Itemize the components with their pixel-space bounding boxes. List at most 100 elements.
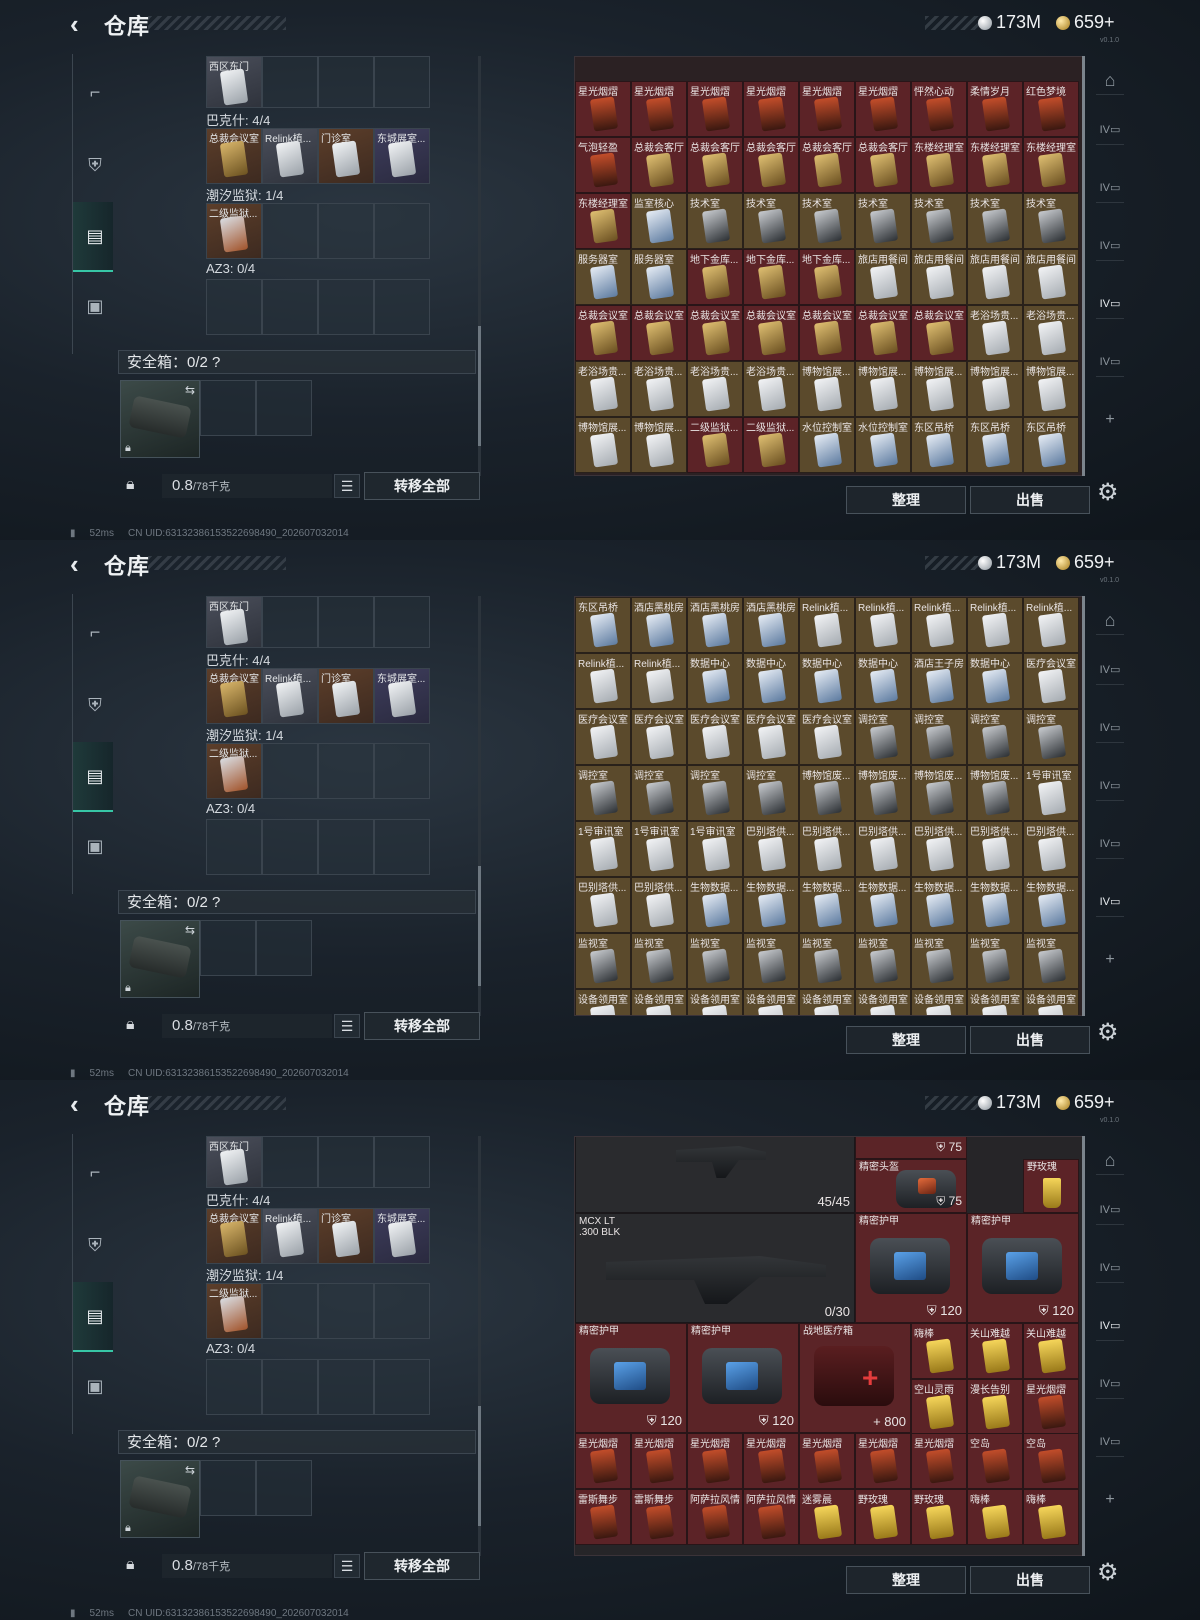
stash-item[interactable]: 老浴场贵...: [631, 361, 687, 417]
key-card-slot[interactable]: 西区东门: [206, 596, 262, 648]
stash-item[interactable]: 总裁会议室: [743, 305, 799, 361]
swap-icon[interactable]: ⇆: [185, 923, 195, 937]
drink-item[interactable]: 星光烟熠: [911, 1433, 967, 1489]
stash-item[interactable]: 设备领用室: [967, 989, 1023, 1015]
helmet-item-partial[interactable]: ⛨ 75: [855, 1137, 967, 1159]
stash-item[interactable]: 医疗会议室: [799, 709, 855, 765]
transfer-all-button[interactable]: 转移全部: [364, 1012, 480, 1040]
empty-slot[interactable]: [318, 1136, 374, 1188]
stash-item[interactable]: 调控室: [687, 765, 743, 821]
plus-icon[interactable]: +: [1096, 1486, 1124, 1514]
drink-item[interactable]: 阿萨拉风情: [743, 1489, 799, 1545]
scroll-thumb[interactable]: [1082, 56, 1085, 476]
stash-item[interactable]: 技术室: [855, 193, 911, 249]
key-card-slot[interactable]: Relink植...: [262, 128, 318, 184]
tab-stash-1[interactable]: IV▭: [1096, 1196, 1124, 1225]
key-card-slot[interactable]: 二级监狱...: [206, 1283, 262, 1339]
empty-slot[interactable]: [318, 279, 374, 335]
stash-item[interactable]: 巴别塔供...: [743, 821, 799, 877]
stash-item[interactable]: 东楼经理室: [1023, 137, 1079, 193]
pistol-icon[interactable]: ⌐: [79, 76, 111, 108]
stash-item[interactable]: 生物数据...: [687, 877, 743, 933]
stash-item[interactable]: 总裁会议室: [799, 305, 855, 361]
drink-item[interactable]: 星光烟熠: [631, 1433, 687, 1489]
stash-item[interactable]: 柔情岁月: [967, 81, 1023, 137]
stash-item[interactable]: 调控室: [911, 709, 967, 765]
stash-item[interactable]: 东楼经理室: [911, 137, 967, 193]
stash-item[interactable]: 巴别塔供...: [799, 821, 855, 877]
empty-slot[interactable]: [200, 920, 256, 976]
back-arrow-icon[interactable]: ‹: [70, 1091, 94, 1117]
sort-button[interactable]: 整理: [846, 1566, 966, 1594]
stash-item[interactable]: Relink植...: [967, 597, 1023, 653]
stash-item[interactable]: 博物馆废...: [911, 765, 967, 821]
key-card-slot[interactable]: 总裁会议室: [206, 668, 262, 724]
plus-icon[interactable]: +: [1096, 406, 1124, 434]
back-arrow-icon[interactable]: ‹: [70, 11, 94, 37]
drink-item[interactable]: 空岛: [1023, 1433, 1079, 1489]
armor-icon[interactable]: ⛨: [79, 149, 111, 181]
stash-item[interactable]: 监视室: [743, 933, 799, 989]
stash-item[interactable]: 设备领用室: [631, 989, 687, 1015]
empty-slot[interactable]: [374, 819, 430, 875]
stash-item[interactable]: 调控室: [1023, 709, 1079, 765]
stash-item[interactable]: 东区吊桥: [1023, 417, 1079, 473]
armor-vest-item[interactable]: 精密护甲 ⛨ 120: [687, 1323, 799, 1433]
sell-button[interactable]: 出售: [970, 486, 1090, 514]
empty-slot[interactable]: [374, 56, 430, 108]
backpack-icon[interactable]: ▤: [79, 1300, 111, 1332]
scroll-thumb[interactable]: [478, 866, 481, 986]
stash-item[interactable]: 巴别塔供...: [1023, 821, 1079, 877]
stash-item[interactable]: 博物馆展...: [855, 361, 911, 417]
stash-item[interactable]: 红色梦境: [1023, 81, 1079, 137]
tab-stash-4[interactable]: IV▭: [1096, 290, 1124, 319]
stash-item[interactable]: 医疗会议室: [575, 709, 631, 765]
empty-slot[interactable]: [262, 596, 318, 648]
sell-button[interactable]: 出售: [970, 1026, 1090, 1054]
armor-vest-item[interactable]: 精密护甲 ⛨ 120: [967, 1213, 1079, 1323]
backpack-icon[interactable]: ▤: [79, 760, 111, 792]
mcx-rifle-item[interactable]: MCX LT .300 BLK 0/30: [575, 1213, 855, 1323]
stash-item[interactable]: 数据中心: [743, 653, 799, 709]
tab-stash-5[interactable]: IV▭: [1096, 1428, 1124, 1457]
drink-item[interactable]: 嗨棒: [1023, 1489, 1079, 1545]
safe-box[interactable]: ⇆ 🔒︎: [120, 380, 200, 458]
stash-item[interactable]: 星光烟熠: [575, 81, 631, 137]
safe-box[interactable]: ⇆ 🔒︎: [120, 1460, 200, 1538]
tab-stash-4[interactable]: IV▭: [1096, 1370, 1124, 1399]
stash-item[interactable]: 总裁会客厅: [743, 137, 799, 193]
stash-item[interactable]: 监视室: [631, 933, 687, 989]
stash-item[interactable]: 监视室: [687, 933, 743, 989]
empty-slot[interactable]: [318, 1283, 374, 1339]
stash-item[interactable]: 巴别塔供...: [575, 877, 631, 933]
right-scrollbar[interactable]: [1082, 596, 1085, 1016]
tab-stash-2[interactable]: IV▭: [1096, 714, 1124, 743]
stash-item[interactable]: 老浴场贵...: [687, 361, 743, 417]
stash-item[interactable]: 巴别塔供...: [967, 821, 1023, 877]
stash-item[interactable]: 旅店用餐间: [911, 249, 967, 305]
stash-item[interactable]: 技术室: [911, 193, 967, 249]
key-card-slot[interactable]: Relink植...: [262, 668, 318, 724]
key-card-slot[interactable]: 二级监狱...: [206, 743, 262, 799]
empty-slot[interactable]: [262, 743, 318, 799]
stash-item[interactable]: 二级监狱...: [743, 417, 799, 473]
drink-item[interactable]: 雷斯舞步: [575, 1489, 631, 1545]
pistol-icon[interactable]: ⌐: [79, 616, 111, 648]
stash-item[interactable]: 巴别塔供...: [855, 821, 911, 877]
stash-item[interactable]: 星光烟熠: [687, 81, 743, 137]
scroll-thumb[interactable]: [478, 1406, 481, 1526]
stash-item[interactable]: 技术室: [743, 193, 799, 249]
drink-item[interactable]: 星光烟熠: [743, 1433, 799, 1489]
plus-icon[interactable]: +: [1096, 946, 1124, 974]
stash-item[interactable]: 监视室: [799, 933, 855, 989]
stash-item[interactable]: 数据中心: [799, 653, 855, 709]
stash-item[interactable]: 总裁会议室: [855, 305, 911, 361]
drink-item[interactable]: 嗨棒: [967, 1489, 1023, 1545]
tab-stash-3[interactable]: IV▭: [1096, 772, 1124, 801]
empty-slot[interactable]: [374, 596, 430, 648]
key-card-slot[interactable]: 门诊室: [318, 668, 374, 724]
stash-item[interactable]: 服务器室: [631, 249, 687, 305]
tab-stash-5[interactable]: IV▭: [1096, 888, 1124, 917]
stash-item[interactable]: 博物馆展...: [1023, 361, 1079, 417]
empty-slot[interactable]: [200, 380, 256, 436]
